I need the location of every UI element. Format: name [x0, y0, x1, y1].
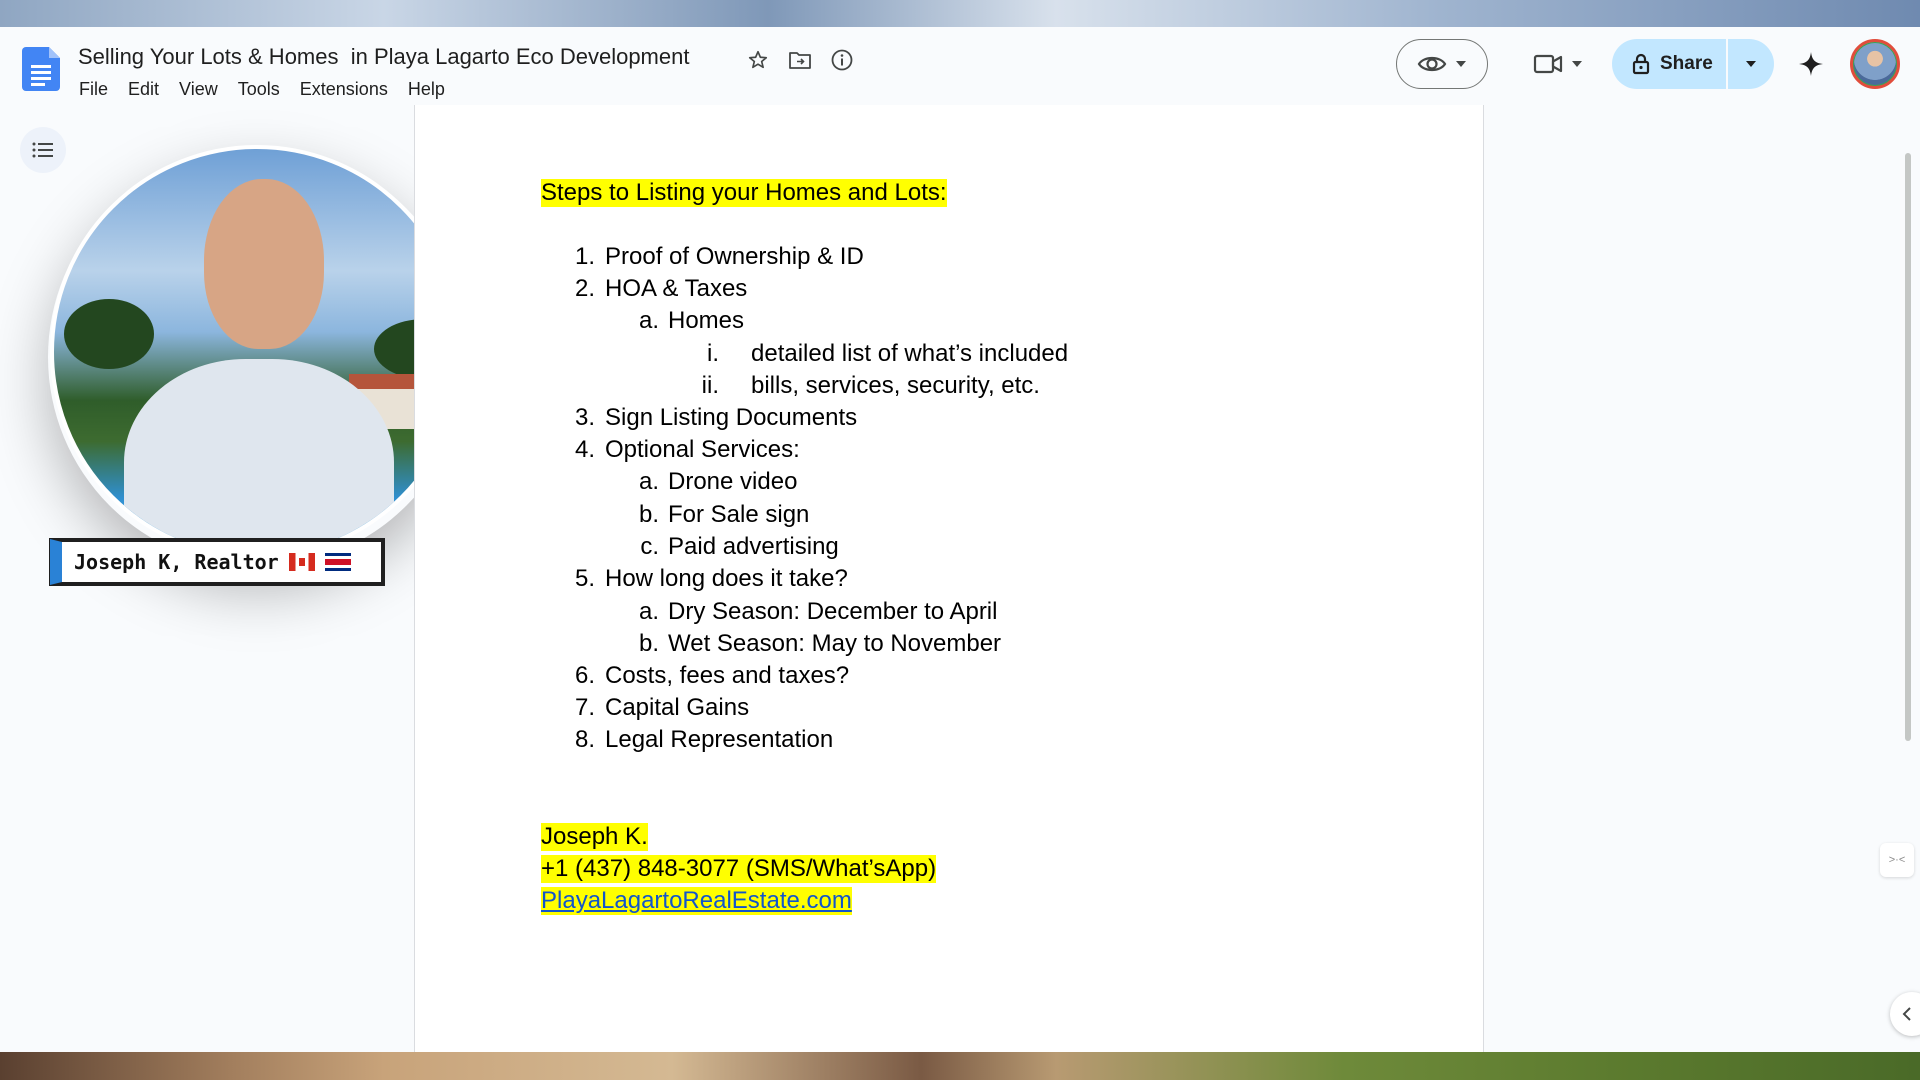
- list-text: Wet Season: May to November: [668, 630, 1002, 657]
- list-marker: 3.: [574, 404, 595, 431]
- chevron-down-icon: [1746, 61, 1756, 67]
- list-text: Paid advertising: [668, 533, 839, 560]
- presenter-shirt: [124, 359, 394, 555]
- document-heading: Steps to Listing your Homes and Lots:: [541, 179, 947, 207]
- menu-tools[interactable]: Tools: [229, 77, 289, 102]
- menu-bar: File Edit View Tools Extensions Help: [70, 77, 454, 102]
- chevron-down-icon: [1456, 61, 1466, 67]
- chevron-left-icon: [1902, 1007, 1911, 1021]
- list-text: Drone video: [668, 468, 798, 495]
- document-title[interactable]: Selling Your Lots & Homes in Playa Lagar…: [78, 44, 689, 70]
- document-page[interactable]: Steps to Listing your Homes and Lots: 1.…: [414, 105, 1484, 1052]
- presenter-face: [204, 179, 324, 349]
- list-text: Costs, fees and taxes?: [605, 662, 850, 689]
- contact-phone: +1 (437) 848-3077 (SMS/What’sApp): [541, 855, 937, 883]
- menu-view[interactable]: View: [170, 77, 227, 102]
- docs-window: Selling Your Lots & Homes in Playa Lagar…: [0, 27, 1920, 1052]
- list-text: Sign Listing Documents: [605, 404, 858, 431]
- background-tree: [64, 299, 154, 369]
- app-header: Selling Your Lots & Homes in Playa Lagar…: [0, 27, 1920, 105]
- list-marker: 2.: [574, 275, 595, 302]
- document-outline-button[interactable]: [20, 127, 66, 173]
- list-marker: 4.: [574, 436, 595, 463]
- list-marker: 7.: [574, 694, 595, 721]
- list-marker: c.: [640, 533, 659, 560]
- menu-file[interactable]: File: [70, 77, 117, 102]
- list-text: Homes: [668, 307, 745, 334]
- video-camera-icon: [1533, 54, 1563, 74]
- outline-list-icon: [32, 142, 53, 158]
- list-text: For Sale sign: [668, 501, 810, 528]
- menu-help[interactable]: Help: [399, 77, 454, 102]
- list-marker: ii.: [701, 372, 719, 399]
- desktop-background-bottom: [0, 1052, 1920, 1080]
- sparkle-icon: [1799, 52, 1823, 76]
- docs-logo-icon[interactable]: [22, 47, 62, 91]
- eye-icon: [1417, 56, 1447, 72]
- meet-button[interactable]: [1524, 39, 1592, 89]
- list-marker: b.: [638, 630, 659, 657]
- gemini-button[interactable]: [1794, 47, 1828, 81]
- list-marker: 5.: [574, 565, 595, 592]
- chevron-down-icon: [1572, 61, 1582, 67]
- star-icon[interactable]: [744, 46, 772, 74]
- side-panel-tool-icon[interactable]: >·<: [1880, 843, 1914, 877]
- viewing-mode-button[interactable]: [1396, 39, 1488, 89]
- share-label: Share: [1660, 53, 1713, 74]
- list-text: How long does it take?: [605, 565, 848, 592]
- list-text: Dry Season: December to April: [668, 598, 998, 625]
- presenter-name-tag: Joseph K, Realtor: [50, 539, 384, 585]
- list-marker: a.: [638, 598, 659, 625]
- list-text: detailed list of what’s included: [751, 340, 1069, 367]
- list-marker: 6.: [574, 662, 595, 689]
- list-marker: 8.: [574, 726, 595, 753]
- list-text: Proof of Ownership & ID: [605, 243, 864, 270]
- vertical-scrollbar[interactable]: [1905, 153, 1911, 741]
- contact-website-link[interactable]: PlayaLagartoRealEstate.com: [541, 887, 852, 915]
- list-text: Optional Services:: [605, 436, 800, 463]
- move-folder-icon[interactable]: [786, 46, 814, 74]
- list-marker: a.: [638, 307, 659, 334]
- canada-flag-icon: [288, 553, 315, 571]
- presenter-webcam: [50, 145, 464, 559]
- list-marker: a.: [638, 468, 659, 495]
- share-button-group: Share: [1612, 39, 1774, 89]
- list-marker: b.: [638, 501, 659, 528]
- title-actions: [744, 46, 856, 74]
- costa-rica-flag-icon: [324, 553, 351, 571]
- menu-extensions[interactable]: Extensions: [291, 77, 397, 102]
- list-marker: 1.: [574, 243, 595, 270]
- share-options-button[interactable]: [1728, 60, 1774, 68]
- collapse-side-panel-button[interactable]: [1890, 992, 1920, 1036]
- desktop-background-top: [0, 0, 1920, 27]
- document-status-icon[interactable]: [828, 46, 856, 74]
- presenter-name: Joseph K, Realtor: [74, 550, 279, 574]
- menu-edit[interactable]: Edit: [119, 77, 168, 102]
- list-text: HOA & Taxes: [605, 275, 748, 302]
- list-text: Capital Gains: [605, 694, 750, 721]
- account-avatar[interactable]: [1850, 39, 1900, 89]
- contact-name: Joseph K.: [541, 823, 648, 851]
- lock-icon: [1632, 53, 1650, 75]
- list-text: Legal Representation: [605, 726, 834, 753]
- list-text: bills, services, security, etc.: [751, 372, 1040, 399]
- share-button[interactable]: Share: [1612, 39, 1728, 89]
- list-marker: i.: [707, 340, 719, 367]
